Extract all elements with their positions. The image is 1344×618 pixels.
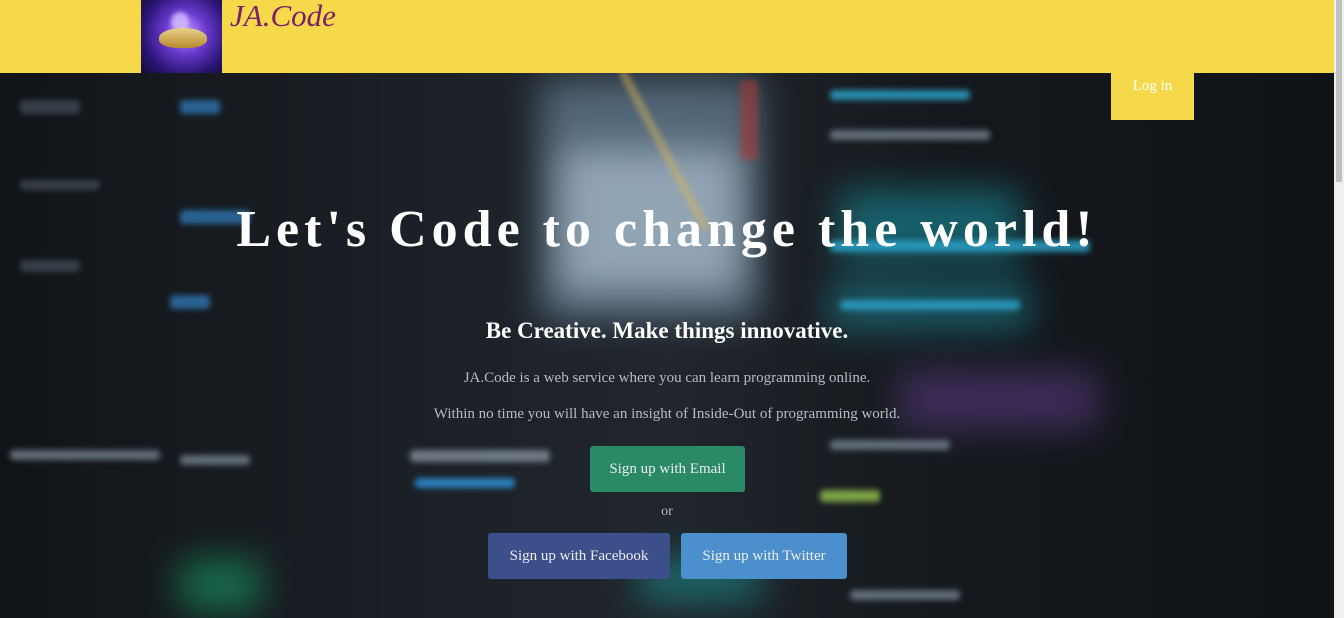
scrollbar-thumb[interactable]	[1336, 0, 1342, 182]
brand-logo-image[interactable]	[141, 0, 222, 73]
hero-description-line-2: Within no time you will have an insight …	[433, 406, 901, 422]
hero-tagline: Be Creative. Make things innovative.	[485, 318, 849, 343]
brand-name[interactable]: JA.Code	[230, 0, 336, 34]
signup-twitter-button[interactable]: Sign up with Twitter	[681, 533, 847, 579]
hero-title: Let's Code to change the world!	[236, 201, 1098, 258]
signup-email-button[interactable]: Sign up with Email	[590, 446, 745, 492]
signup-facebook-button[interactable]: Sign up with Facebook	[488, 533, 670, 579]
hero-description-line-1: JA.Code is a web service where you can l…	[463, 370, 871, 386]
login-button[interactable]: Log in	[1111, 53, 1194, 120]
or-separator: or	[661, 504, 673, 519]
